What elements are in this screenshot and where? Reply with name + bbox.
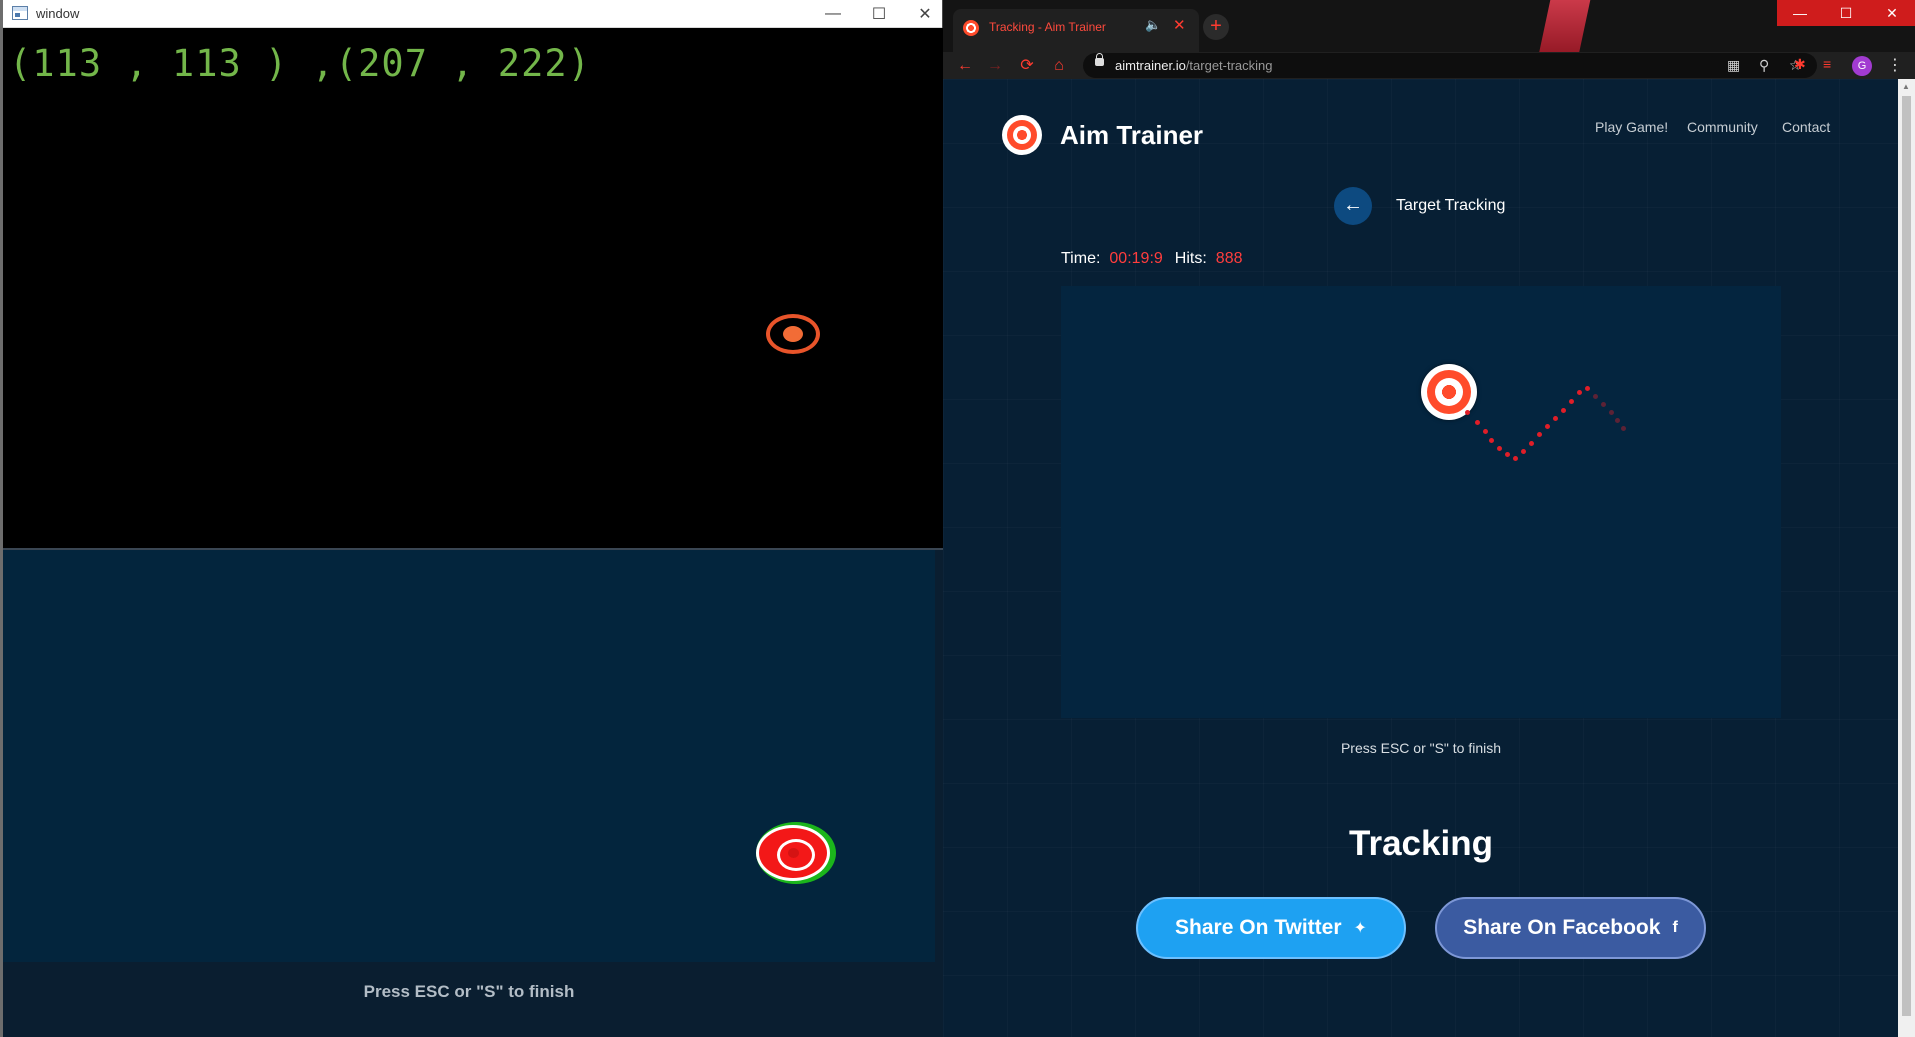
back-button[interactable]: ← bbox=[1334, 187, 1372, 225]
trail-dot bbox=[1483, 429, 1488, 434]
url-text: aimtrainer.io/target-tracking bbox=[1115, 58, 1273, 73]
share-facebook-button[interactable]: Share On Facebook f bbox=[1435, 897, 1706, 959]
detected-target-outline bbox=[766, 314, 820, 354]
nav-community[interactable]: Community bbox=[1687, 119, 1758, 135]
share-facebook-label: Share On Facebook bbox=[1463, 916, 1661, 939]
zoom-icon[interactable]: ⚲ bbox=[1759, 57, 1769, 74]
aim-trainer-logo[interactable] bbox=[1002, 115, 1042, 155]
maximize-icon[interactable]: ☐ bbox=[856, 0, 902, 28]
mode-title: Tracking bbox=[1349, 824, 1493, 863]
browser-close-icon[interactable]: ✕ bbox=[1869, 0, 1915, 26]
tab-close-icon[interactable]: ✕ bbox=[1173, 16, 1186, 34]
lock-icon bbox=[1095, 53, 1104, 66]
trail-dot bbox=[1553, 416, 1558, 421]
browser-toolbar: ← → ⟳ ⌂ aimtrainer.io/target-tracking ▦ … bbox=[943, 52, 1915, 79]
extensions-puzzle-icon[interactable]: ✱ bbox=[1794, 56, 1806, 73]
trail-dot bbox=[1537, 432, 1542, 437]
scrollbar-thumb[interactable] bbox=[1902, 96, 1911, 1016]
brand-name[interactable]: Aim Trainer bbox=[1060, 120, 1203, 151]
trail-dot bbox=[1489, 438, 1494, 443]
browser-maximize-icon[interactable]: ☐ bbox=[1823, 0, 1869, 26]
opencv-titlebar[interactable]: window — ☐ ✕ bbox=[3, 0, 942, 28]
trail-dot bbox=[1475, 420, 1480, 425]
minimize-icon[interactable]: — bbox=[810, 0, 856, 28]
trail-dot bbox=[1609, 410, 1614, 415]
tab-title: Tracking - Aim Trainer bbox=[989, 20, 1106, 34]
hits-label: Hits: bbox=[1174, 250, 1207, 267]
opencv-window: window — ☐ ✕ (113 , 113 ) ,(207 , 222) P… bbox=[0, 0, 943, 1037]
trail-dot bbox=[1615, 418, 1620, 423]
target-favicon-icon bbox=[963, 20, 979, 36]
game-arena[interactable] bbox=[1061, 286, 1781, 718]
captured-press-instruction: Press ESC or "S" to finish bbox=[363, 982, 575, 1001]
twitter-bird-icon: ✦ bbox=[1353, 920, 1367, 937]
trail-dot bbox=[1561, 408, 1566, 413]
hits-value: 888 bbox=[1215, 250, 1243, 267]
close-icon[interactable]: ✕ bbox=[902, 0, 948, 28]
coordinates-readout: (113 , 113 ) ,(207 , 222) bbox=[9, 42, 591, 85]
trail-dot bbox=[1465, 410, 1470, 415]
arrow-left-icon: ← bbox=[1343, 194, 1363, 216]
window-app-icon bbox=[12, 6, 28, 20]
tab-active[interactable]: Tracking - Aim Trainer 🔈 ✕ bbox=[953, 9, 1199, 52]
trail-dot bbox=[1569, 399, 1574, 404]
game-stats: Time: 00:19:9 Hits: 888 bbox=[1061, 250, 1255, 268]
captured-target bbox=[756, 825, 830, 881]
time-value: 00:19:9 bbox=[1109, 250, 1163, 267]
trail-dot bbox=[1577, 390, 1582, 395]
opencv-window-title: window bbox=[36, 6, 80, 21]
desktop: window — ☐ ✕ (113 , 113 ) ,(207 , 222) P… bbox=[0, 0, 1915, 1037]
share-twitter-button[interactable]: Share On Twitter ✦ bbox=[1136, 897, 1406, 959]
screen-capture-view: Press ESC or "S" to finish bbox=[3, 550, 943, 1037]
webpage: Aim Trainer Play Game! Community Contact… bbox=[943, 79, 1898, 1037]
nav-play-game[interactable]: Play Game! bbox=[1595, 119, 1668, 135]
trail-dot bbox=[1513, 456, 1518, 461]
tab-strip: Tracking - Aim Trainer 🔈 ✕ + — ☐ ✕ bbox=[943, 0, 1915, 52]
trail-dot bbox=[1585, 386, 1590, 391]
nav-contact[interactable]: Contact bbox=[1782, 119, 1830, 135]
time-label: Time: bbox=[1061, 250, 1101, 267]
captured-arena bbox=[3, 550, 935, 962]
browser-menu-icon[interactable]: ⋮ bbox=[1887, 55, 1903, 75]
browser-window: Tracking - Aim Trainer 🔈 ✕ + — ☐ ✕ ← → ⟳… bbox=[943, 0, 1915, 1037]
page-title: Target Tracking bbox=[1396, 197, 1506, 214]
trail-dot bbox=[1529, 441, 1534, 446]
theme-decoration bbox=[1535, 0, 1595, 52]
trail-dot bbox=[1601, 402, 1606, 407]
profile-avatar[interactable]: G bbox=[1852, 56, 1872, 76]
press-instruction: Press ESC or "S" to finish bbox=[1340, 740, 1502, 756]
trail-dot bbox=[1545, 424, 1550, 429]
page-scrollbar[interactable]: ▲ bbox=[1898, 79, 1915, 1037]
forward-arrow-icon[interactable]: → bbox=[983, 54, 1007, 78]
facebook-f-icon: f bbox=[1672, 919, 1678, 936]
media-playlist-icon[interactable]: ≡ bbox=[1823, 56, 1831, 72]
detection-mask-view: (113 , 113 ) ,(207 , 222) bbox=[3, 28, 943, 548]
address-bar[interactable]: aimtrainer.io/target-tracking ▦ ⚲ ☆ bbox=[1083, 53, 1817, 78]
trail-dot bbox=[1621, 426, 1626, 431]
home-icon[interactable]: ⌂ bbox=[1047, 54, 1071, 78]
reload-icon[interactable]: ⟳ bbox=[1015, 54, 1039, 78]
mute-icon[interactable]: 🔈 bbox=[1145, 17, 1161, 33]
trail-dot bbox=[1505, 452, 1510, 457]
browser-minimize-icon[interactable]: — bbox=[1777, 0, 1823, 26]
new-tab-button[interactable]: + bbox=[1203, 14, 1229, 40]
translate-icon[interactable]: ▦ bbox=[1727, 57, 1740, 74]
back-arrow-icon[interactable]: ← bbox=[953, 54, 977, 78]
scroll-up-icon[interactable]: ▲ bbox=[1902, 82, 1910, 91]
trail-dot bbox=[1497, 446, 1502, 451]
share-twitter-label: Share On Twitter bbox=[1175, 916, 1342, 939]
trail-dot bbox=[1521, 449, 1526, 454]
trail-dot bbox=[1593, 394, 1598, 399]
